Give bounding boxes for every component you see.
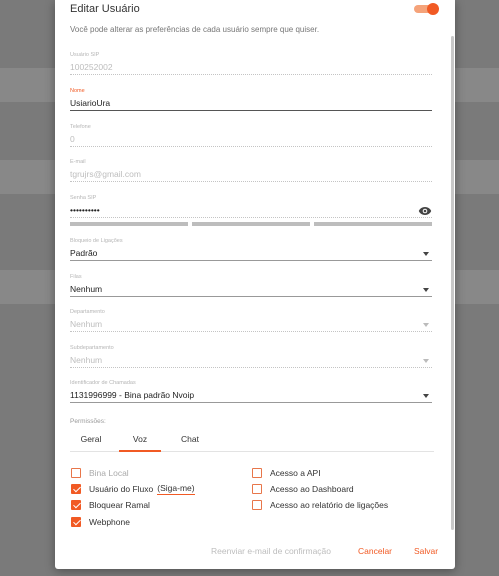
queue-label: Filas: [70, 274, 82, 280]
call-block-value: Padrão: [70, 248, 98, 258]
email-value: tgrujrs@gmail.com: [70, 169, 141, 179]
toggle-knob: [427, 3, 439, 15]
strength-segment: [314, 222, 432, 226]
queue-value: Nenhum: [70, 284, 103, 294]
field-underline: [70, 402, 432, 403]
name-label: Nome: [70, 88, 85, 94]
sip-user-label: Usuário SIP: [70, 52, 100, 58]
checkbox-label: Acesso ao relatório de ligações: [270, 500, 389, 510]
department-value: Nenhum: [70, 319, 103, 329]
field-underline: [70, 367, 432, 368]
field-underline: [70, 217, 432, 218]
checkbox-usuario-fluxo[interactable]: Usuário do Fluxo (Siga-me): [71, 483, 195, 495]
checkbox-label: Usuário do Fluxo: [89, 484, 154, 494]
checkbox-acesso-relatorio[interactable]: Acesso ao relatório de ligações: [252, 499, 388, 511]
field-underline: [70, 331, 432, 332]
edit-user-dialog: Editar Usuário Você pode alterar as pref…: [55, 0, 455, 569]
field-underline: [70, 74, 432, 75]
strength-segment: [192, 222, 310, 226]
sip-password-label: Senha SIP: [70, 195, 97, 201]
checkbox-box[interactable]: [252, 500, 262, 510]
checkbox-label: Acesso a API: [270, 468, 321, 478]
tab-geral[interactable]: Geral: [73, 434, 109, 444]
permissions-label: Permissões:: [70, 418, 106, 425]
password-strength-meter: [70, 222, 432, 226]
call-block-label: Bloqueio de Ligações: [70, 238, 123, 244]
field-underline: [70, 296, 432, 297]
checkbox-box[interactable]: [252, 484, 262, 494]
checkbox-label: Bina Local: [89, 468, 129, 478]
email-label: E-mail: [70, 159, 86, 165]
department-label: Departamento: [70, 309, 105, 315]
chevron-down-icon: [423, 323, 429, 327]
phone-value: 0: [70, 134, 75, 144]
tab-chat[interactable]: Chat: [171, 434, 209, 444]
tab-voz[interactable]: Voz: [119, 434, 161, 444]
field-underline: [70, 146, 432, 147]
subdepartment-value: Nenhum: [70, 355, 103, 365]
checkbox-webphone[interactable]: Webphone: [71, 516, 130, 528]
checkbox-label: Bloquear Ramal: [89, 500, 150, 510]
subdepartment-label: Subdepartamento: [70, 345, 114, 351]
checkbox-box[interactable]: [71, 484, 81, 494]
sip-password-input[interactable]: ••••••••••: [70, 205, 100, 215]
checkbox-box[interactable]: [71, 500, 81, 510]
chevron-down-icon: [423, 394, 429, 398]
resend-confirmation-button[interactable]: Reenviar e-mail de confirmação: [211, 546, 331, 556]
checkbox-label: Webphone: [89, 517, 130, 527]
chevron-down-icon: [423, 359, 429, 363]
siga-me-link[interactable]: (Siga-me): [157, 483, 195, 495]
checkbox-bloquear-ramal[interactable]: Bloquear Ramal: [71, 499, 150, 511]
field-underline: [70, 110, 432, 111]
strength-segment: [70, 222, 188, 226]
checkbox-bina-local[interactable]: Bina Local: [71, 467, 129, 479]
sip-user-value: 100252002: [70, 62, 113, 72]
active-toggle[interactable]: [414, 3, 439, 15]
checkbox-box[interactable]: [71, 517, 81, 527]
chevron-down-icon: [423, 252, 429, 256]
caller-id-value: 1131996999 - Bina padrão Nvoip: [70, 390, 195, 400]
checkbox-box[interactable]: [71, 468, 81, 478]
active-tab-indicator: [119, 450, 161, 452]
chevron-down-icon: [423, 288, 429, 292]
eye-icon[interactable]: [418, 203, 432, 221]
checkbox-box[interactable]: [252, 468, 262, 478]
save-button[interactable]: Salvar: [414, 546, 438, 556]
phone-label: Telefone: [70, 124, 91, 130]
dialog-title: Editar Usuário: [70, 3, 140, 15]
checkbox-acesso-dashboard[interactable]: Acesso ao Dashboard: [252, 483, 354, 495]
scrollbar[interactable]: [451, 36, 454, 530]
cancel-button[interactable]: Cancelar: [358, 546, 392, 556]
name-input[interactable]: UsiarioUra: [70, 98, 110, 108]
dialog-subtitle: Você pode alterar as preferências de cad…: [70, 25, 320, 34]
checkbox-label: Acesso ao Dashboard: [270, 484, 354, 494]
field-underline: [70, 260, 432, 261]
caller-id-label: Identificador de Chamadas: [70, 380, 136, 386]
checkbox-acesso-api[interactable]: Acesso a API: [252, 467, 321, 479]
field-underline: [70, 181, 432, 182]
